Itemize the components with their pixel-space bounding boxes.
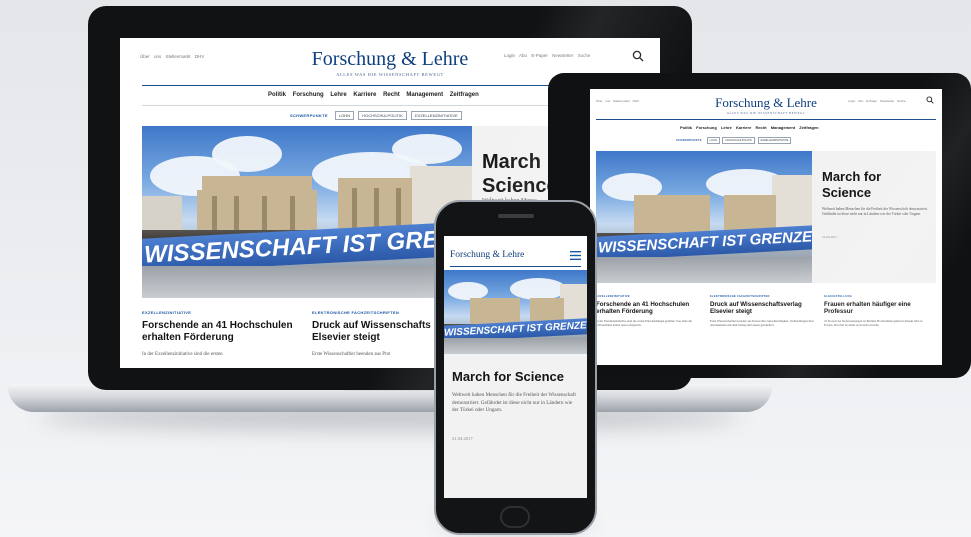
nav-politik[interactable]: Politik [268, 92, 286, 98]
tablet-focus-tag-exzellenz[interactable]: EXZELLENZINITIATIVE [757, 137, 792, 144]
tablet-screen: Über uns Stellenmarkt DHV Login Abo E-Pa… [590, 89, 942, 365]
site-logo[interactable]: Forschung & Lehre [300, 48, 480, 71]
tablet-article2-kicker[interactable]: ELEKTRONISCHE FACHZEITSCHRIFTEN [710, 295, 770, 298]
tablet-article3-title[interactable]: Frauen erhalten häufiger eine Professur [824, 301, 936, 315]
tablet-article1-kicker[interactable]: EXZELLENZINITIATIVE [596, 295, 630, 298]
article1-kicker[interactable]: EXZELLENZINITIATIVE [142, 310, 191, 315]
tablet-article2-teaser: Erste Wissenschaftler beenden aus Protes… [710, 319, 814, 328]
tablet-nav-lehre[interactable]: Lehre [721, 125, 732, 130]
tablet-article1-teaser: In der Exzellenzinitiative sind die erst… [596, 319, 692, 328]
nav-lehre[interactable]: Lehre [330, 92, 346, 98]
link-newsletter[interactable]: Newsletter [552, 53, 573, 58]
tablet-link-login[interactable]: Login [848, 99, 855, 103]
tablet-focus-tag-lohn[interactable]: LOHN [706, 137, 720, 144]
tablet-banner-text: WISSENSCHAFT IST GRENZENLOS [596, 225, 812, 261]
tablet-hero-date: 21.04.2017 [822, 235, 838, 239]
link-login[interactable]: Login [504, 53, 515, 58]
phone-hero-date: 21.04.2017 [452, 436, 473, 441]
link-abo[interactable]: Abo [519, 53, 527, 58]
tablet-nav-karriere[interactable]: Karriere [736, 125, 751, 130]
article2-kicker[interactable]: ELEKTRONISCHE FACHZEITSCHRIFTEN [312, 310, 399, 315]
link-jobs[interactable]: Stellenmarkt [166, 54, 191, 59]
nav-management[interactable]: Management [406, 92, 443, 98]
tablet-tagline: ALLES WAS DIE WISSENSCHAFT BEWEGT [726, 111, 806, 115]
utility-links-right: Login Abo E-Paper Newsletter Suche [504, 53, 590, 58]
tablet-hero-title-line2[interactable]: Science [822, 185, 881, 201]
tablet-link-epaper[interactable]: E-Paper [866, 99, 877, 103]
tablet-logo[interactable]: Forschung & Lehre [686, 95, 846, 111]
article1-title[interactable]: Forschende an 41 Hochschulen erhalten Fö… [142, 320, 302, 343]
tablet-hero-title-line1[interactable]: March for [822, 169, 881, 185]
article2-teaser: Erste Wissenschaftler beenden aus Prot [312, 352, 391, 357]
tablet-link-dhv[interactable]: DHV [633, 99, 639, 103]
tablet-focus-bar: SCHWERPUNKTE LOHN HOCHSCHULPOLITIK EXZEL… [676, 137, 792, 144]
focus-tag-lohn[interactable]: LOHN [334, 111, 355, 120]
nav-forschung[interactable]: Forschung [293, 92, 324, 98]
tablet-nav: Politik Forschung Lehre Karriere Recht M… [680, 125, 819, 130]
tablet-article1-title[interactable]: Forschende an 41 Hochschulen erhalten Fö… [596, 301, 704, 315]
phone-hero-title[interactable]: March for Science [452, 369, 564, 385]
hero-title[interactable]: March Science [482, 150, 558, 198]
tablet-header-rule [596, 119, 936, 120]
hamburger-menu-icon[interactable] [570, 251, 581, 260]
tablet-device: Über uns Stellenmarkt DHV Login Abo E-Pa… [548, 73, 971, 378]
phone-device: Forschung & Lehre WISSENSCHAFT IST GRENZ… [434, 200, 597, 535]
tablet-article3-teaser: 45 Prozent der Rufernennungen an Berline… [824, 319, 923, 328]
phone-home-button[interactable] [500, 506, 530, 528]
tablet-link-about[interactable]: Über uns [596, 99, 610, 103]
focus-label: SCHWERPUNKTE [290, 113, 328, 118]
tablet-nav-management[interactable]: Management [771, 125, 795, 130]
search-icon[interactable] [632, 50, 644, 62]
hero-title-line2[interactable]: Science [482, 174, 558, 198]
link-epaper[interactable]: E-Paper [531, 53, 548, 58]
tablet-article2-title[interactable]: Druck auf Wissenschaftsverlag Elsevier s… [710, 301, 818, 315]
tablet-search-label[interactable]: Suche [897, 99, 906, 103]
nav-zeitfragen[interactable]: Zeitfragen [450, 92, 479, 98]
tablet-focus-label: SCHWERPUNKTE [676, 139, 702, 142]
article1-teaser: In der Exzellenzinitiative sind die erst… [142, 352, 223, 357]
tablet-article3-kicker[interactable]: GLEICHSTELLUNG [824, 295, 852, 298]
nav-karriere[interactable]: Karriere [353, 92, 376, 98]
tablet-search-icon[interactable] [926, 96, 934, 104]
phone-screen: Forschung & Lehre WISSENSCHAFT IST GRENZ… [444, 236, 587, 498]
tablet-hero-teaser: Weltweit haben Menschen für die Freiheit… [822, 207, 928, 216]
site-tagline: ALLES WAS DIE WISSENSCHAFT BEWEGT [336, 72, 444, 77]
main-nav: Politik Forschung Lehre Karriere Recht M… [268, 92, 479, 98]
tablet-nav-forschung[interactable]: Forschung [696, 125, 717, 130]
tablet-nav-zeitfragen[interactable]: Zeitfragen [799, 125, 818, 130]
phone-header-rule [450, 266, 581, 267]
tablet-link-abo[interactable]: Abo [858, 99, 863, 103]
phone-hero-photo[interactable]: WISSENSCHAFT IST GRENZENLOS [444, 270, 587, 354]
tablet-link-newsletter[interactable]: Newsletter [880, 99, 894, 103]
utility-links-left: Über uns Stellenmarkt DHV [140, 54, 204, 59]
tablet-focus-tag-hochschulpolitik[interactable]: HOCHSCHULPOLITIK [722, 137, 755, 144]
hero-title-line1[interactable]: March [482, 150, 558, 174]
tablet-utility-left: Über uns Stellenmarkt DHV [596, 99, 639, 103]
tablet-link-jobs[interactable]: Stellenmarkt [613, 99, 630, 103]
search-label[interactable]: Suche [578, 53, 591, 58]
tablet-hero-photo[interactable]: WISSENSCHAFT IST GRENZENLOS [596, 151, 812, 283]
link-about[interactable]: Über uns [140, 54, 161, 59]
phone-hero-teaser: Weltweit haben Menschen für die Freiheit… [452, 392, 576, 414]
hero-photo[interactable]: WISSENSCHAFT IST GRENZEN [142, 126, 472, 298]
tablet-utility-right: Login Abo E-Paper Newsletter Suche [848, 99, 906, 103]
phone-logo[interactable]: Forschung & Lehre [450, 250, 524, 260]
phone-speaker [498, 214, 534, 218]
focus-tag-exzellenz[interactable]: EXZELLENZINITIATIVE [411, 111, 462, 120]
focus-bar: SCHWERPUNKTE LOHN HOCHSCHULPOLITIK EXZEL… [290, 111, 462, 120]
link-dhv[interactable]: DHV [195, 54, 205, 59]
tablet-hero-title[interactable]: March for Science [822, 169, 881, 202]
tablet-nav-politik[interactable]: Politik [680, 125, 692, 130]
tablet-nav-recht[interactable]: Recht [755, 125, 766, 130]
focus-tag-hochschulpolitik[interactable]: HOCHSCHULPOLITIK [358, 111, 407, 120]
nav-recht[interactable]: Recht [383, 92, 400, 98]
